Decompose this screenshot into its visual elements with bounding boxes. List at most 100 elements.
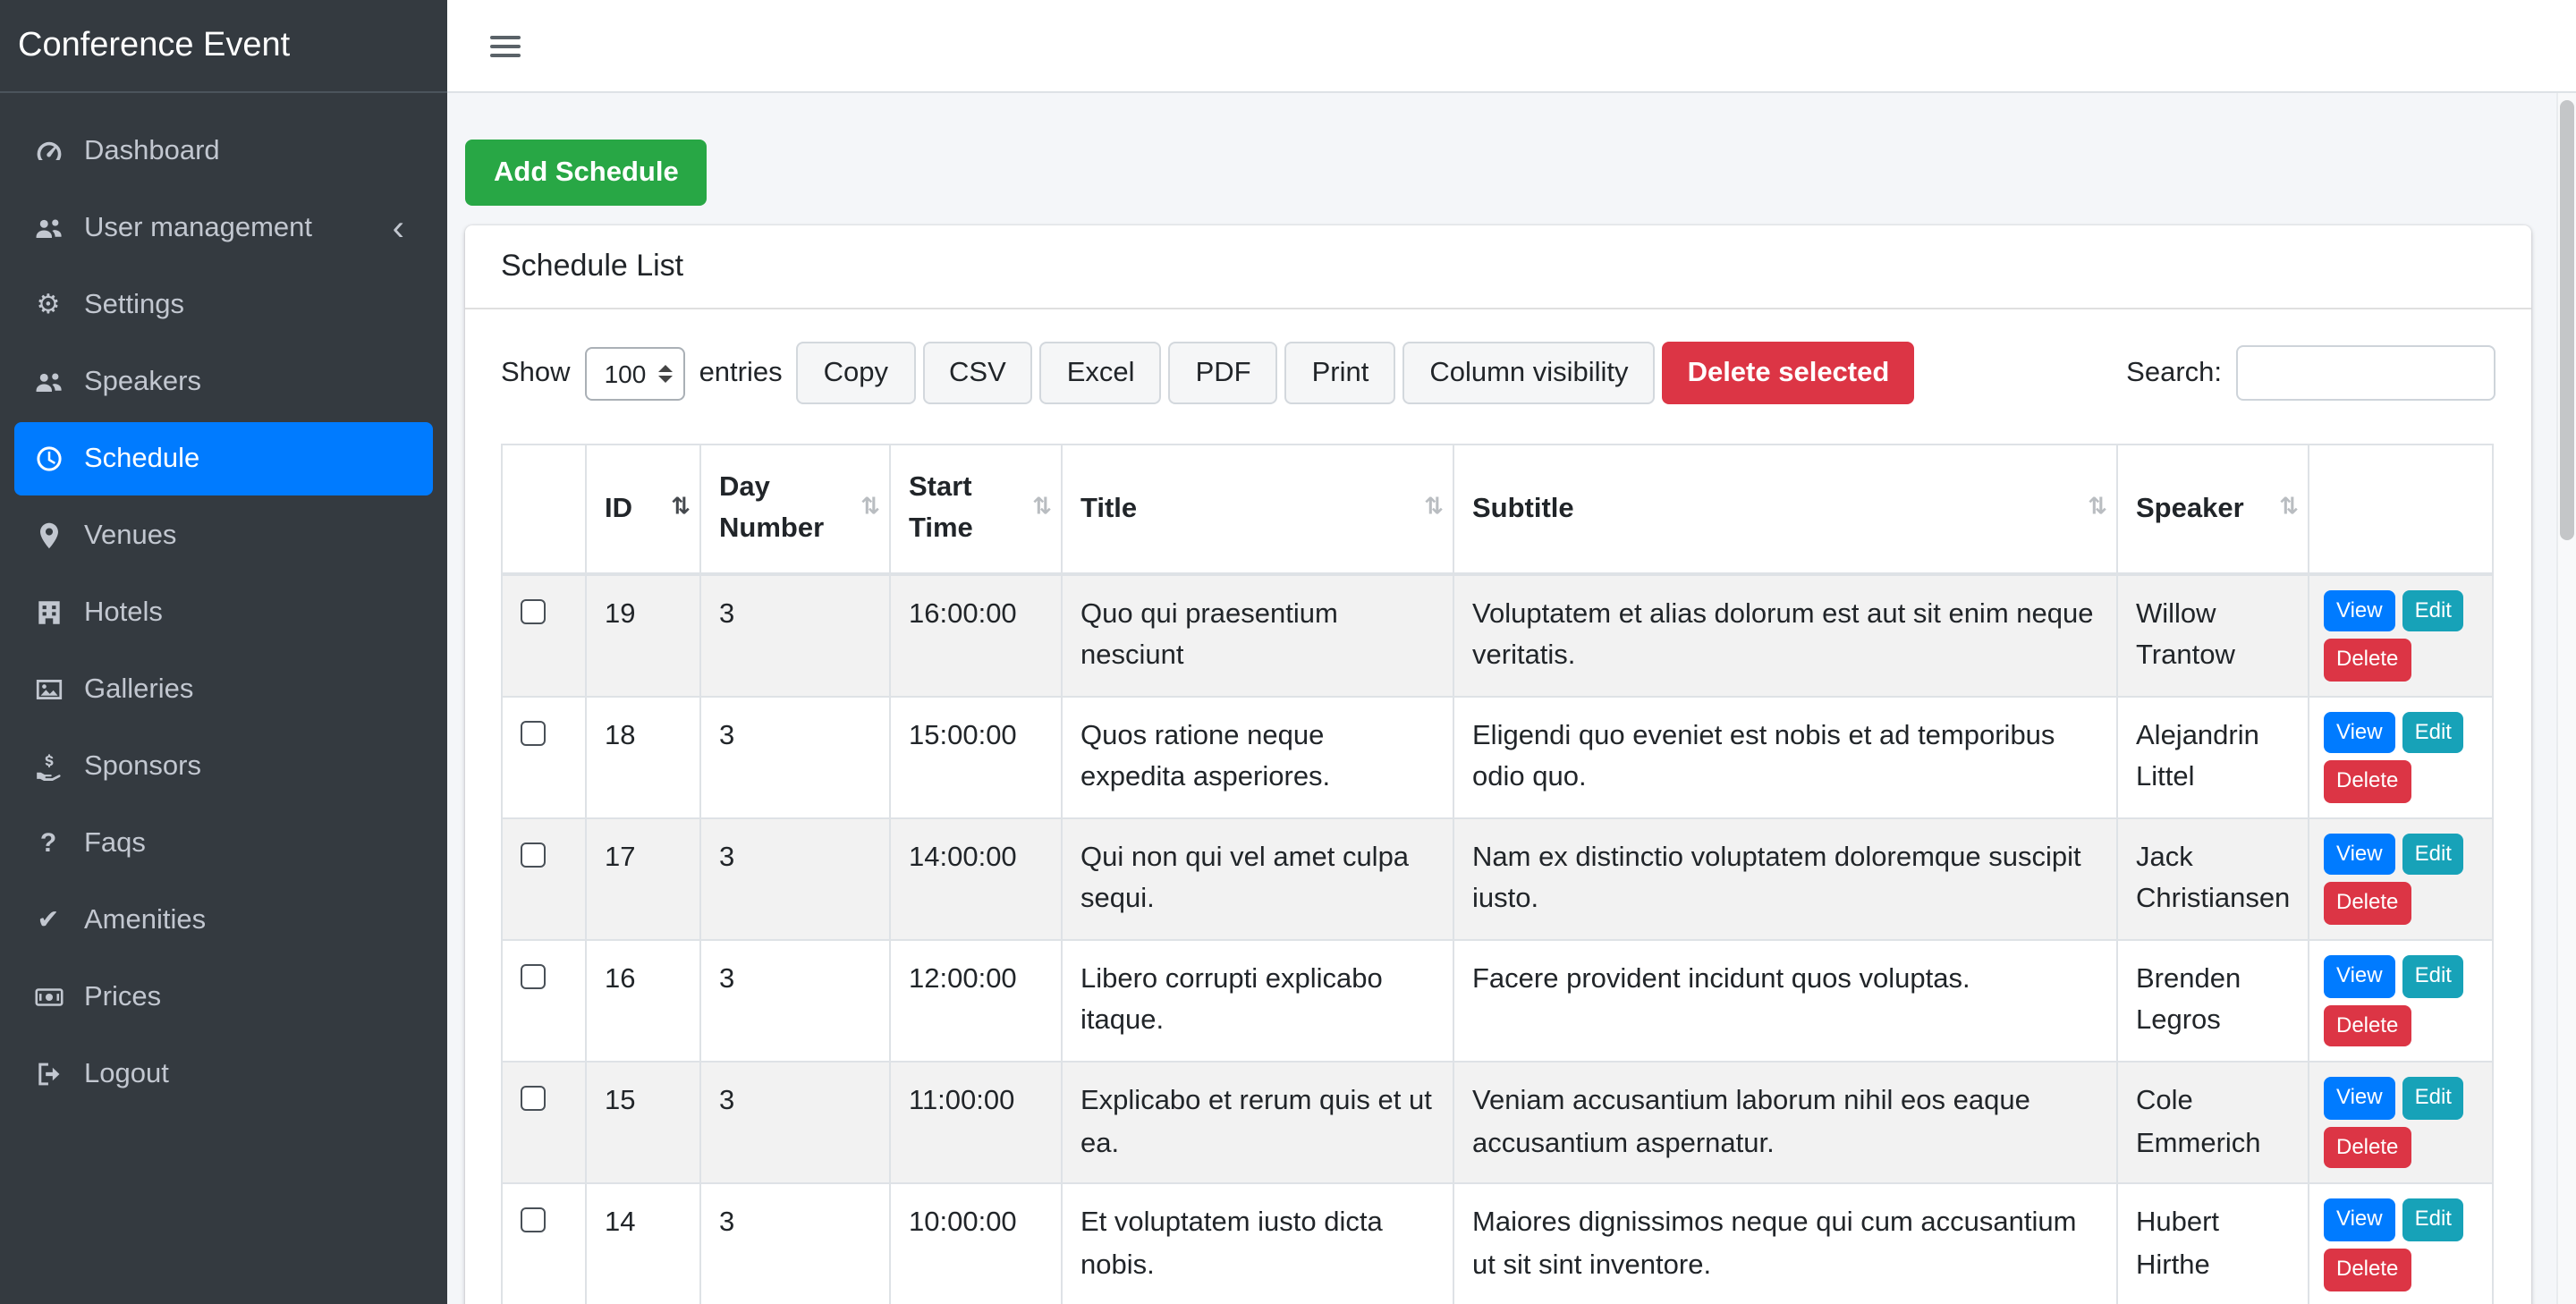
sidebar-item-venues[interactable]: Venues — [14, 499, 433, 572]
edit-button[interactable]: Edit — [2402, 589, 2464, 632]
gears-icon: ⚙ — [36, 290, 61, 320]
sidebar-item-label: Faqs — [84, 827, 146, 858]
view-button[interactable]: View — [2324, 589, 2395, 632]
edit-button[interactable]: Edit — [2402, 955, 2464, 998]
column-header-start-time[interactable]: Start Time ⇅ — [889, 444, 1063, 575]
scrollbar-thumb[interactable] — [2560, 100, 2574, 540]
column-header-subtitle[interactable]: Subtitle ⇅ — [1453, 444, 2118, 575]
cell-day-number: 3 — [699, 572, 891, 698]
top-navbar — [447, 0, 2576, 93]
sort-icon: ⇅ — [2279, 495, 2299, 521]
sidebar-item-prices[interactable]: Prices — [14, 961, 433, 1034]
cell-title: Et voluptatem iusto dicta nobis. — [1061, 1182, 1454, 1304]
edit-button[interactable]: Edit — [2402, 711, 2464, 754]
cell-id: 14 — [585, 1182, 701, 1304]
cell-speaker: Jack Christiansen — [2116, 817, 2309, 942]
row-select-checkbox[interactable] — [521, 720, 546, 746]
search-input[interactable] — [2236, 345, 2496, 401]
cell-speaker: Hubert Hirthe — [2116, 1182, 2309, 1304]
row-select-checkbox[interactable] — [521, 964, 546, 990]
main-area: Add Schedule Schedule List Show 100 entr… — [447, 0, 2576, 1304]
cell-title: Quos ratione neque expedita asperiores. — [1061, 695, 1454, 819]
cell-id: 16 — [585, 939, 701, 1063]
question-icon: ? — [39, 828, 57, 859]
sidebar-item-hotels[interactable]: Hotels — [14, 576, 433, 649]
brand[interactable]: Conference Event — [0, 0, 447, 93]
edit-button[interactable]: Edit — [2402, 1077, 2464, 1120]
sign-out-icon — [29, 1059, 68, 1089]
sidebar-item-amenities[interactable]: ✔ Amenities — [14, 884, 433, 957]
cell-id: 19 — [585, 572, 701, 698]
sidebar-item-label: Prices — [84, 981, 162, 1012]
cell-start-time: 10:00:00 — [889, 1182, 1063, 1304]
column-header-speaker[interactable]: Speaker ⇅ — [2116, 444, 2309, 575]
table-row: 16 3 12:00:00 Libero corrupti explicabo … — [501, 939, 2494, 1063]
sidebar-item-sponsors[interactable]: Sponsors — [14, 730, 433, 803]
print-button[interactable]: Print — [1284, 342, 1396, 404]
copy-button[interactable]: Copy — [796, 342, 915, 404]
card-title: Schedule List — [465, 225, 2531, 309]
view-button[interactable]: View — [2324, 1077, 2395, 1120]
cell-title: Libero corrupti explicabo itaque. — [1061, 939, 1454, 1063]
hotel-icon — [29, 597, 68, 628]
cell-day-number: 3 — [699, 695, 891, 819]
view-button[interactable]: View — [2324, 955, 2395, 998]
show-label: Show — [501, 357, 571, 387]
delete-button[interactable]: Delete — [2324, 882, 2411, 926]
delete-button[interactable]: Delete — [2324, 639, 2411, 682]
sidebar-item-schedule[interactable]: Schedule — [14, 422, 433, 495]
edit-button[interactable]: Edit — [2402, 833, 2464, 876]
sidebar-item-logout[interactable]: Logout — [14, 1037, 433, 1111]
edit-button[interactable]: Edit — [2402, 1198, 2464, 1242]
chevron-left-icon: ‹ — [392, 208, 404, 248]
delete-button[interactable]: Delete — [2324, 1249, 2411, 1291]
sidebar-item-label: Logout — [84, 1058, 169, 1088]
sidebar-item-user-management[interactable]: User management ‹ — [14, 191, 433, 265]
delete-button[interactable]: Delete — [2324, 1126, 2411, 1169]
schedule-list-card: Schedule List Show 100 entries Copy CSV … — [465, 225, 2531, 1304]
sidebar-item-dashboard[interactable]: Dashboard — [14, 114, 433, 188]
hamburger-menu-icon[interactable] — [490, 35, 521, 56]
sidebar-item-galleries[interactable]: Galleries — [14, 653, 433, 726]
sidebar-item-settings[interactable]: ⚙ Settings — [14, 268, 433, 342]
row-select-checkbox[interactable] — [521, 1207, 546, 1233]
cell-id: 17 — [585, 817, 701, 942]
table-header-row: ID ⇅ Day Number ⇅ Start Time ⇅ Title ⇅ Subti… — [501, 444, 2494, 575]
sidebar-item-label: Schedule — [84, 443, 200, 473]
view-button[interactable]: View — [2324, 833, 2395, 876]
cell-title: Quo qui praesentium nesciunt — [1061, 572, 1454, 698]
excel-button[interactable]: Excel — [1039, 342, 1162, 404]
column-visibility-button[interactable]: Column visibility — [1402, 342, 1656, 404]
dashboard-icon — [29, 136, 68, 166]
cell-title: Qui non qui vel amet culpa sequi. — [1061, 817, 1454, 942]
vertical-scrollbar[interactable] — [2556, 93, 2576, 1304]
row-select-checkbox[interactable] — [521, 842, 546, 868]
hand-dollar-icon — [29, 751, 68, 782]
schedule-table: ID ⇅ Day Number ⇅ Start Time ⇅ Title ⇅ Subti… — [501, 444, 2494, 1304]
column-header-day-number[interactable]: Day Number ⇅ — [699, 444, 891, 575]
page-length-select[interactable]: 100 — [584, 346, 685, 400]
csv-button[interactable]: CSV — [922, 342, 1033, 404]
view-button[interactable]: View — [2324, 1198, 2395, 1242]
row-select-checkbox[interactable] — [521, 598, 546, 623]
add-schedule-button[interactable]: Add Schedule — [465, 140, 708, 206]
row-select-checkbox[interactable] — [521, 1086, 546, 1112]
column-header-title[interactable]: Title ⇅ — [1061, 444, 1454, 575]
cell-start-time: 12:00:00 — [889, 939, 1063, 1063]
pdf-button[interactable]: PDF — [1168, 342, 1278, 404]
cell-subtitle: Nam ex distinctio voluptatem doloremque … — [1453, 817, 2118, 942]
sidebar-item-speakers[interactable]: Speakers — [14, 345, 433, 419]
clock-icon — [29, 444, 68, 474]
sidebar-item-faqs[interactable]: ? Faqs — [14, 807, 433, 880]
sidebar: Conference Event Dashboard User manageme… — [0, 0, 447, 1304]
cell-subtitle: Facere provident incidunt quos voluptas. — [1453, 939, 2118, 1063]
sort-icon: ⇅ — [1424, 495, 1444, 521]
delete-selected-button[interactable]: Delete selected — [1662, 342, 1915, 404]
view-button[interactable]: View — [2324, 711, 2395, 754]
images-icon — [29, 674, 68, 705]
cell-day-number: 3 — [699, 939, 891, 1063]
table-row: 14 3 10:00:00 Et voluptatem iusto dicta … — [501, 1182, 2494, 1304]
delete-button[interactable]: Delete — [2324, 1004, 2411, 1047]
delete-button[interactable]: Delete — [2324, 760, 2411, 803]
column-header-id[interactable]: ID ⇅ — [585, 444, 701, 575]
